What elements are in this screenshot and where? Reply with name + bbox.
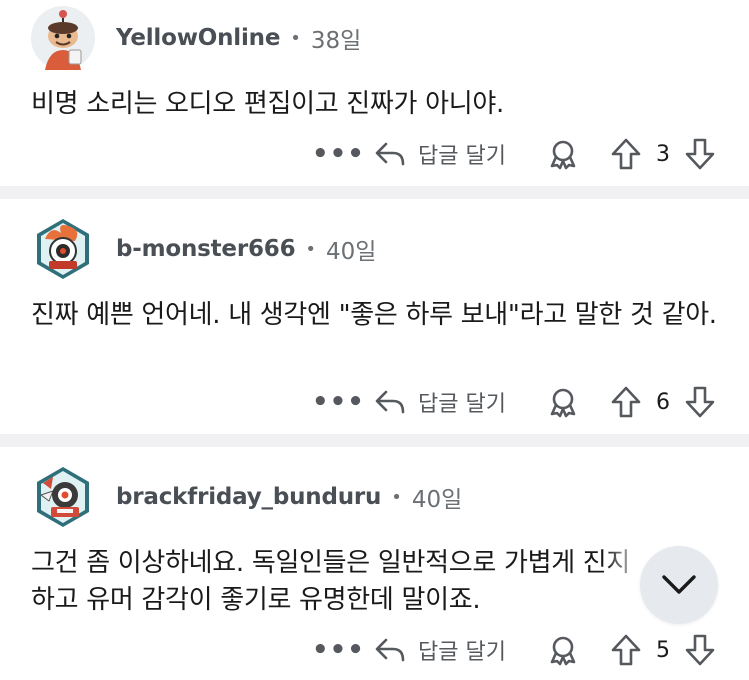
reply-arrow-icon [375,390,405,414]
reply-label: 답글 달기 [418,392,506,417]
upvote-icon [611,386,641,418]
separator-dot: • [305,238,317,260]
comment-actions: ••• 답글 달기 3 [0,134,749,174]
more-icon[interactable]: ••• [312,134,365,174]
comment-text: 비명 소리는 오디오 편집이고 진짜가 아니야. [31,89,504,119]
downvote-button[interactable] [684,134,716,174]
scroll-down-button[interactable] [640,546,718,624]
timestamp: 38일 [310,28,362,54]
reply-label: 답글 달기 [418,144,506,169]
upvote-button[interactable] [610,630,642,670]
user-avatar[interactable] [31,465,95,529]
award-button[interactable] [547,134,579,174]
timestamp: 40일 [411,487,463,513]
timestamp: 40일 [326,239,377,265]
comment-2: b-monster666 • 40일 진짜 예쁜 언어네. 내 생각엔 "좋은 … [0,199,749,434]
separator-dot: • [290,27,301,49]
username[interactable]: brackfriday_bunduru [116,484,381,510]
comment-text: 진짜 예쁜 언어네. 내 생각엔 "좋은 하루 보내"라고 말한 것 같아. [31,300,717,330]
comment-actions: ••• 답글 달기 6 [0,382,749,422]
more-icon[interactable]: ••• [312,382,365,422]
comment-divider [0,186,749,199]
robot-avatar-icon [37,219,89,279]
reply-button[interactable]: 답글 달기 [374,382,506,422]
reply-arrow-icon [375,638,405,662]
award-icon [550,388,576,418]
chevron-down-icon [662,575,696,594]
comment-divider [0,434,749,447]
downvote-button[interactable] [684,630,716,670]
award-button[interactable] [547,630,579,670]
user-avatar[interactable] [31,217,95,281]
vote-count: 6 [656,389,670,415]
upvote-icon [611,634,641,666]
downvote-button[interactable] [684,382,716,422]
separator-dot: • [391,486,402,508]
downvote-icon [685,138,715,170]
comment-header: b-monster666 • 40일 [31,217,376,281]
comment-text: 그건 좀 이상하네요. 독일인들은 일반적으로 가볍게 진지하고 유머 감각이 … [31,548,631,615]
reply-button[interactable]: 답글 달기 [374,630,506,670]
award-icon [550,140,576,170]
downvote-icon [685,634,715,666]
reply-arrow-icon [375,142,405,166]
comment-header: YellowOnline • 38일 [31,6,361,70]
award-icon [550,636,576,666]
downvote-icon [685,386,715,418]
comment-actions: ••• 답글 달기 5 [0,630,749,670]
upvote-button[interactable] [610,382,642,422]
vote-count: 3 [656,141,670,167]
snoo-avatar-icon [31,6,95,70]
reply-label: 답글 달기 [418,640,506,665]
user-avatar[interactable] [31,6,95,70]
reply-button[interactable]: 답글 달기 [374,134,506,174]
vote-count: 5 [656,637,670,663]
text-fade-overlay [605,540,645,590]
upvote-button[interactable] [610,134,642,174]
robot-avatar-icon [37,467,89,527]
comment-header: brackfriday_bunduru • 40일 [31,465,462,529]
username[interactable]: YellowOnline [116,25,280,51]
upvote-icon [611,138,641,170]
award-button[interactable] [547,382,579,422]
more-icon[interactable]: ••• [312,630,365,670]
comment-1: YellowOnline • 38일 비명 소리는 오디오 편집이고 진짜가 아… [0,0,749,186]
username[interactable]: b-monster666 [116,236,296,262]
